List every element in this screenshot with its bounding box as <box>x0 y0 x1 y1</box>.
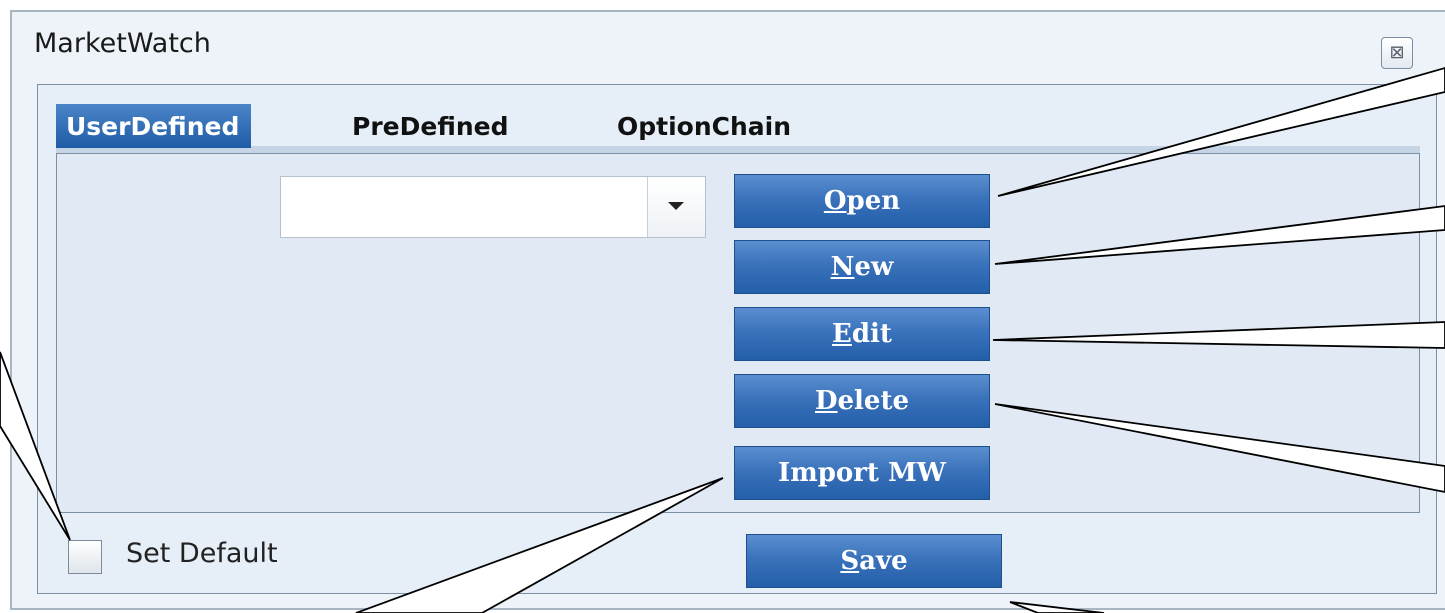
new-label: ew <box>854 252 894 282</box>
save-button[interactable]: Save <box>746 534 1002 588</box>
window-title: MarketWatch <box>34 28 211 59</box>
tab-predefined[interactable]: PreDefined <box>352 104 509 148</box>
edit-mnemonic: E <box>832 319 852 349</box>
open-mnemonic: O <box>823 186 847 216</box>
delete-button[interactable]: Delete <box>734 374 990 428</box>
tab-userdefined[interactable]: UserDefined <box>56 104 252 148</box>
set-default-checkbox[interactable] <box>68 540 102 574</box>
new-mnemonic: N <box>830 252 855 282</box>
open-label: pen <box>846 186 901 216</box>
watchlist-combo-input[interactable] <box>281 177 647 237</box>
delete-label: elete <box>837 386 910 416</box>
save-mnemonic: S <box>840 546 860 576</box>
open-button[interactable]: Open <box>734 174 990 228</box>
chevron-down-icon[interactable] <box>647 177 705 237</box>
set-default-label: Set Default <box>126 538 278 569</box>
tab-optionchain[interactable]: OptionChain <box>617 104 791 148</box>
save-label: ave <box>859 546 908 576</box>
new-button[interactable]: New <box>734 240 990 294</box>
edit-label: dit <box>851 319 892 349</box>
close-icon[interactable]: ⊠ <box>1381 37 1413 69</box>
import-mw-button[interactable]: Import MW <box>734 446 990 500</box>
watchlist-combo[interactable] <box>280 176 706 238</box>
edit-button[interactable]: Edit <box>734 307 990 361</box>
delete-mnemonic: D <box>814 386 838 416</box>
